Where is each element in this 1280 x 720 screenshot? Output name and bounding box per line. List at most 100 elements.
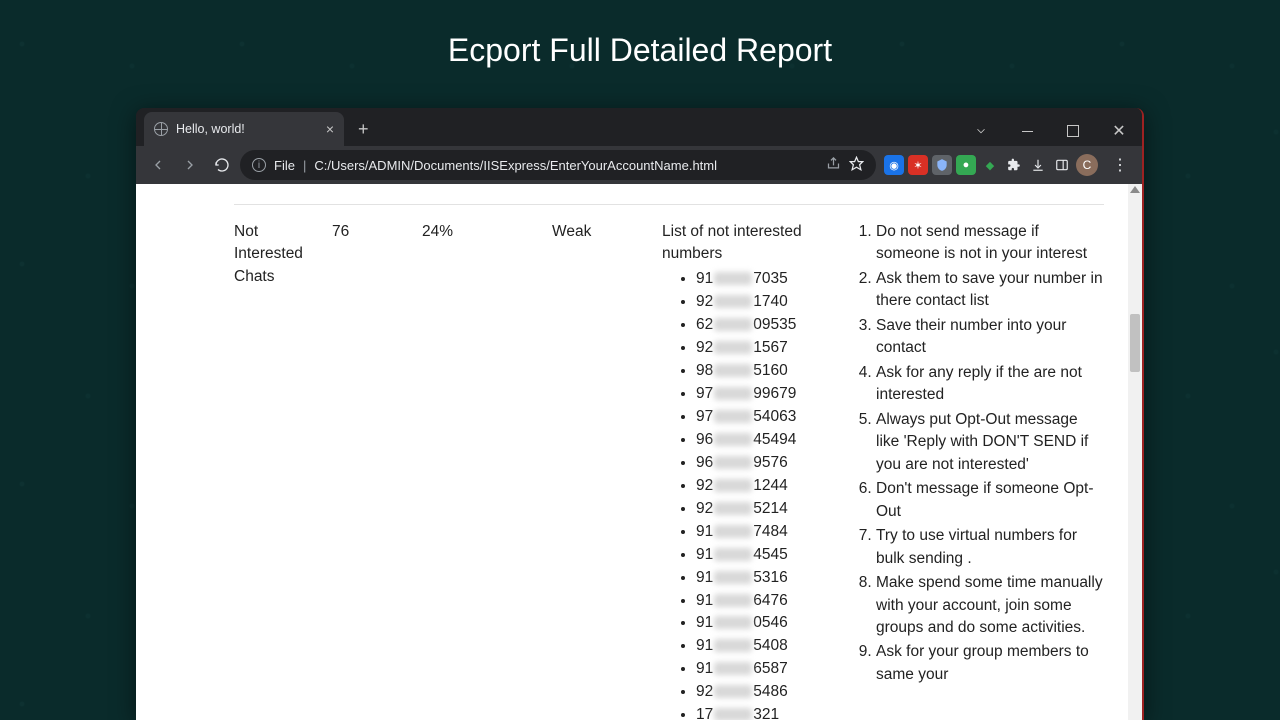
url-separator: |: [303, 158, 306, 173]
number-prefix: 97: [696, 385, 713, 402]
window-minimize-button[interactable]: [1004, 116, 1050, 146]
number-masked: [714, 502, 752, 515]
url-text: C:/Users/ADMIN/Documents/IISExpress/Ente…: [314, 158, 717, 173]
list-item: 92 1567: [696, 337, 844, 359]
list-item: Do not send message if someone is not in…: [876, 221, 1104, 266]
number-masked: [714, 594, 752, 607]
number-prefix: 91: [696, 614, 713, 631]
report-row: Not Interested Chats 76 24% Weak List of…: [234, 221, 1104, 720]
list-item: 921740: [696, 291, 844, 313]
number-prefix: 97: [696, 408, 713, 425]
list-item: 925214: [696, 498, 844, 520]
list-item: 914545: [696, 544, 844, 566]
number-suffix: 0546: [753, 614, 787, 631]
number-masked: [714, 708, 752, 720]
page-viewport: Not Interested Chats 76 24% Weak List of…: [136, 184, 1142, 720]
nav-forward-button[interactable]: [176, 151, 204, 179]
tab-search-button[interactable]: [958, 116, 1004, 146]
number-masked: [714, 616, 752, 629]
count-value: 76: [332, 221, 410, 243]
percent-value: 24%: [422, 221, 540, 243]
list-item: 97 99679: [696, 383, 844, 405]
extension-icon[interactable]: ◆: [980, 155, 1000, 175]
number-prefix: 92: [696, 339, 713, 356]
number-masked: [714, 410, 752, 423]
profile-avatar[interactable]: C: [1076, 154, 1098, 176]
browser-menu-button[interactable]: ⋮: [1106, 155, 1134, 175]
side-panel-icon[interactable]: [1052, 155, 1072, 175]
extensions-puzzle-icon[interactable]: [1004, 155, 1024, 175]
address-bar[interactable]: i File | C:/Users/ADMIN/Documents/IISExp…: [240, 150, 876, 180]
list-item: Save their number into your contact: [876, 315, 1104, 360]
number-suffix: 5486: [753, 683, 787, 700]
window-close-button[interactable]: ✕: [1096, 116, 1142, 146]
number-suffix: 54063: [753, 408, 796, 425]
list-item: Make spend some time manually with your …: [876, 572, 1104, 639]
numbers-list-title: List of not interested numbers: [662, 221, 844, 266]
extension-icon[interactable]: ●: [956, 155, 976, 175]
extension-icon[interactable]: ✶: [908, 155, 928, 175]
numbers-column: List of not interested numbers 917035921…: [662, 221, 844, 720]
globe-icon: [154, 122, 168, 136]
list-item: 917484: [696, 521, 844, 543]
report-content: Not Interested Chats 76 24% Weak List of…: [136, 184, 1128, 720]
list-item: 9645494: [696, 429, 844, 451]
downloads-icon[interactable]: [1028, 155, 1048, 175]
number-masked: [714, 433, 752, 446]
share-icon[interactable]: [826, 156, 841, 174]
nav-back-button[interactable]: [144, 151, 172, 179]
list-item: 915316: [696, 567, 844, 589]
new-tab-button[interactable]: +: [344, 119, 383, 140]
category-label: Not Interested Chats: [234, 221, 320, 288]
number-prefix: 92: [696, 500, 713, 517]
window-maximize-button[interactable]: [1050, 116, 1096, 146]
extension-icon[interactable]: [932, 155, 952, 175]
site-info-icon[interactable]: i: [252, 158, 266, 172]
number-prefix: 17: [696, 706, 713, 720]
number-suffix: 1244: [753, 477, 787, 494]
number-prefix: 92: [696, 477, 713, 494]
list-item: 925486: [696, 681, 844, 703]
list-item: 96 9576: [696, 452, 844, 474]
number-masked: [714, 548, 752, 561]
scrollbar-up-button[interactable]: [1130, 186, 1140, 196]
number-prefix: 91: [696, 546, 713, 563]
extensions-area: ◉ ✶ ● ◆ C: [880, 154, 1102, 176]
number-suffix: 9576: [753, 454, 787, 471]
number-suffix: 99679: [753, 385, 796, 402]
numbers-list: 9170359217406209535921567985160979967997…: [662, 268, 844, 720]
divider: [234, 204, 1104, 205]
number-prefix: 96: [696, 454, 713, 471]
page-title: Ecport Full Detailed Report: [0, 32, 1280, 69]
bookmark-icon[interactable]: [849, 156, 864, 174]
browser-window: Hello, world! × + ✕ i File | C:/Users/AD…: [136, 108, 1144, 720]
list-item: 92 1244: [696, 475, 844, 497]
browser-tab[interactable]: Hello, world! ×: [144, 112, 344, 146]
nav-reload-button[interactable]: [208, 151, 236, 179]
scrollbar-thumb[interactable]: [1130, 314, 1140, 372]
number-masked: [714, 685, 752, 698]
number-masked: [714, 571, 752, 584]
list-item: Don't message if someone Opt-Out: [876, 478, 1104, 523]
number-masked: [714, 662, 752, 675]
list-item: 17321: [696, 704, 844, 720]
number-prefix: 91: [696, 660, 713, 677]
browser-toolbar: i File | C:/Users/ADMIN/Documents/IISExp…: [136, 146, 1142, 184]
url-scheme-label: File: [274, 158, 295, 173]
list-item: 91 0546: [696, 612, 844, 634]
number-suffix: 6587: [753, 660, 787, 677]
number-suffix: 1567: [753, 339, 787, 356]
number-masked: [714, 525, 752, 538]
recommendations-list: Do not send message if someone is not in…: [856, 221, 1104, 686]
recommendations-column: Do not send message if someone is not in…: [856, 221, 1104, 688]
list-item: 917035: [696, 268, 844, 290]
number-suffix: 7484: [753, 523, 787, 540]
number-masked: [714, 295, 752, 308]
tab-close-icon[interactable]: ×: [326, 121, 334, 137]
number-prefix: 62: [696, 316, 713, 333]
list-item: 915408: [696, 635, 844, 657]
extension-icon[interactable]: ◉: [884, 155, 904, 175]
list-item: Ask for your group members to same your: [876, 641, 1104, 686]
number-suffix: 1740: [753, 293, 787, 310]
browser-titlebar: Hello, world! × + ✕: [136, 108, 1142, 146]
